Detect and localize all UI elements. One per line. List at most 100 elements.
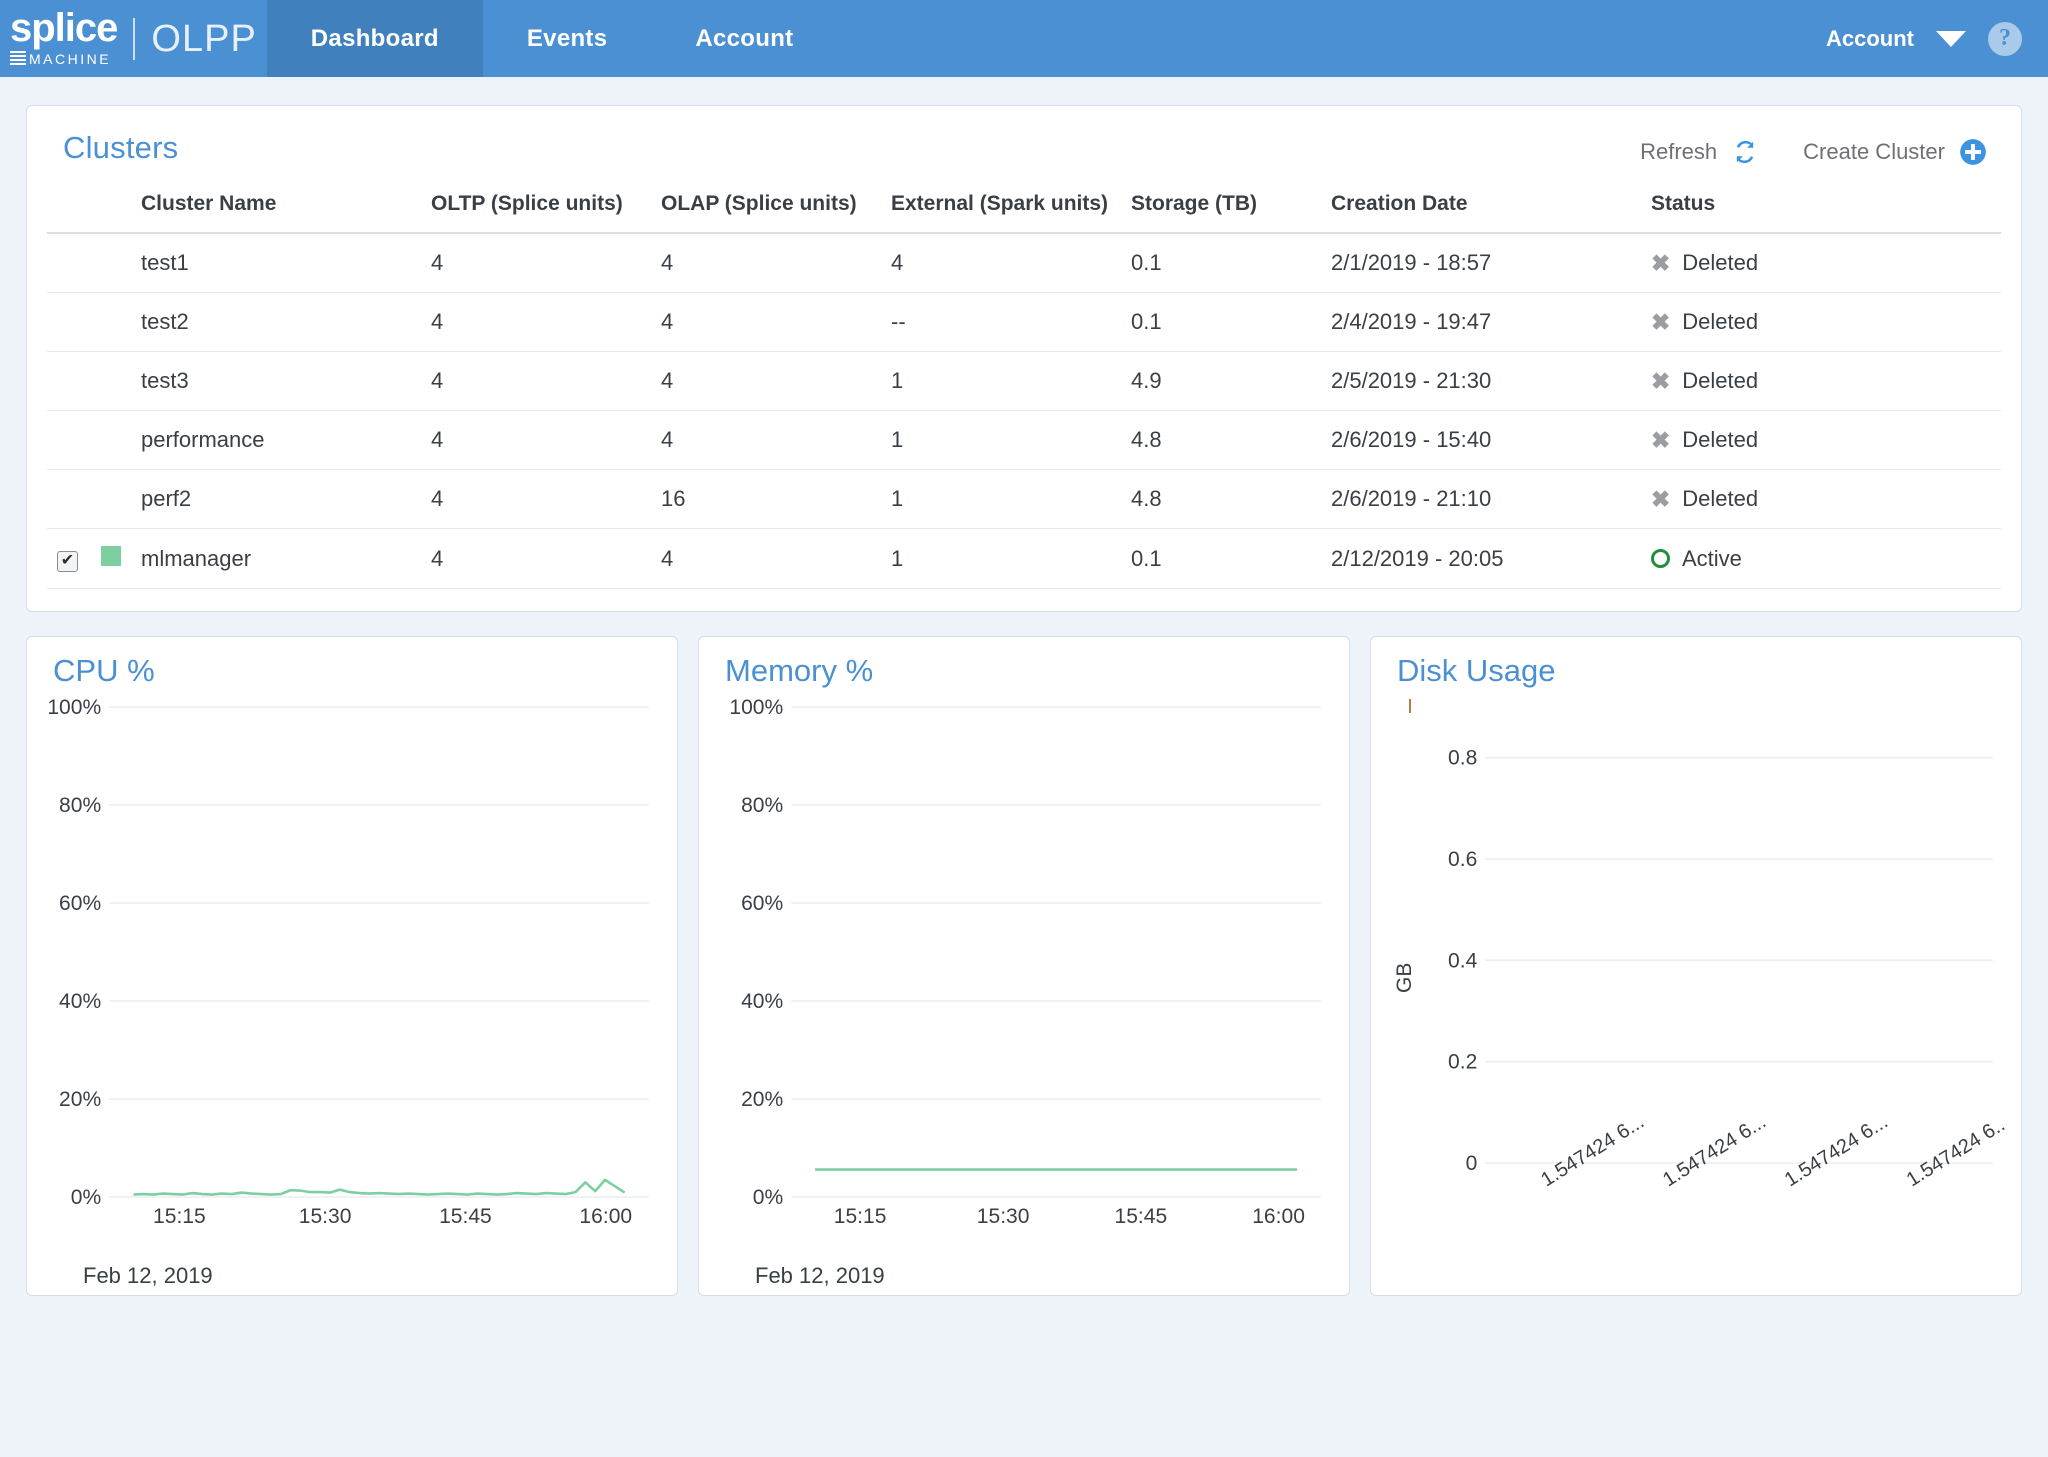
table-row[interactable]: test1 4 4 4 0.1 2/1/2019 - 18:57 ✖ Delet… (47, 233, 2001, 294)
svg-text:1.547424 6...: 1.547424 6... (1537, 1111, 1648, 1191)
svg-text:1.547424 6...: 1.547424 6... (1903, 1111, 2007, 1191)
svg-text:1.547424 6...: 1.547424 6... (1781, 1111, 1892, 1191)
row-indicator-cell (93, 528, 133, 589)
row-checkbox-cell[interactable] (47, 410, 93, 471)
cpu-line-chart: 0% 20% 40% 60% 80% 100% 15:15 15:30 15:45 16:00 (47, 696, 649, 1228)
refresh-button[interactable]: Refresh (1640, 138, 1759, 166)
primary-nav: Dashboard Events Account (266, 0, 838, 77)
nav-right-group: Account ? (1826, 0, 2048, 77)
svg-text:20%: 20% (741, 1088, 783, 1111)
row-checkbox-cell[interactable] (47, 351, 93, 412)
row-checkbox-cell[interactable] (47, 292, 93, 353)
cluster-name-link[interactable]: test2 (133, 292, 423, 353)
svg-text:16:00: 16:00 (1252, 1205, 1305, 1228)
cell-storage: 4.8 (1123, 410, 1323, 471)
col-indicator (93, 184, 133, 235)
cluster-name-link[interactable]: perf2 (133, 469, 423, 530)
clusters-actions: Refresh Create Cluster (1640, 130, 1987, 166)
row-checkbox-cell[interactable] (47, 233, 93, 294)
top-navigation-bar: splice MACHINE OLPP Dashboard Events Acc… (0, 0, 2048, 77)
row-checkbox-cell[interactable]: ✔ (47, 528, 93, 589)
cell-created: 2/6/2019 - 21:10 (1323, 469, 1643, 530)
table-row[interactable]: test2 4 4 -- 0.1 2/4/2019 - 19:47 ✖ Dele… (47, 292, 2001, 353)
x-icon: ✖ (1651, 308, 1671, 335)
cell-oltp: 4 (423, 469, 653, 530)
disk-chart-title: Disk Usage (1397, 652, 1556, 688)
brand-secondary-text: MACHINE (29, 51, 112, 67)
col-creation-date[interactable]: Creation Date (1323, 184, 1643, 235)
nav-item-events[interactable]: Events (483, 0, 652, 77)
create-cluster-button[interactable]: Create Cluster (1803, 138, 1987, 166)
chevron-down-icon[interactable] (1936, 30, 1966, 47)
x-icon: ✖ (1651, 367, 1671, 394)
status-text: Deleted (1682, 309, 1759, 335)
svg-text:0.4: 0.4 (1448, 949, 1478, 972)
svg-text:80%: 80% (741, 794, 783, 817)
table-row[interactable]: perf2 4 16 1 4.8 2/6/2019 - 21:10 ✖ Dele… (47, 469, 2001, 530)
row-select-checkbox[interactable]: ✔ (57, 550, 78, 572)
brand-logo[interactable]: splice MACHINE OLPP (0, 0, 261, 77)
cell-storage: 4.9 (1123, 351, 1323, 412)
svg-text:0%: 0% (753, 1186, 783, 1209)
status-badge: ✖ Deleted (1643, 410, 2001, 471)
svg-text:0.8: 0.8 (1448, 747, 1477, 770)
memory-chart-title: Memory % (725, 652, 874, 688)
splice-machine-logo: splice MACHINE (10, 8, 118, 67)
cluster-name-link[interactable]: mlmanager (133, 528, 423, 589)
cell-external: 1 (883, 528, 1123, 589)
create-cluster-label: Create Cluster (1803, 139, 1945, 164)
memory-plot-area: 0% 20% 40% 60% 80% 100% 15:15 15:30 15:45 16:00 (713, 693, 1335, 1253)
nav-item-account[interactable]: Account (651, 0, 837, 77)
disk-y-axis-label: GB (1393, 962, 1416, 993)
status-square-icon (101, 545, 121, 566)
account-menu-label[interactable]: Account (1826, 26, 1914, 52)
svg-text:100%: 100% (47, 696, 101, 719)
status-text: Deleted (1682, 486, 1759, 512)
table-row[interactable]: test3 4 4 1 4.9 2/5/2019 - 21:30 ✖ Delet… (47, 351, 2001, 412)
svg-text:0%: 0% (71, 1186, 101, 1209)
clusters-panel-header: Clusters Refresh Create Cluster (47, 124, 2001, 166)
cell-external: 1 (883, 410, 1123, 471)
page-body: Clusters Refresh Create Cluster Cluster … (0, 77, 2048, 1296)
table-row[interactable]: performance 4 4 1 4.8 2/6/2019 - 15:40 ✖… (47, 410, 2001, 471)
cluster-name-link[interactable]: test3 (133, 351, 423, 412)
col-cluster-name[interactable]: Cluster Name (133, 184, 423, 235)
col-status[interactable]: Status (1643, 184, 2001, 235)
svg-text:15:30: 15:30 (299, 1205, 352, 1228)
svg-text:100%: 100% (729, 696, 783, 719)
cell-olap: 16 (653, 469, 883, 530)
cpu-chart-title: CPU % (53, 652, 155, 688)
status-badge: ✖ Deleted (1643, 292, 2001, 353)
clusters-table: Cluster Name OLTP (Splice units) OLAP (S… (47, 184, 2001, 589)
row-indicator-cell (93, 233, 133, 294)
plus-circle-icon (1959, 138, 1987, 166)
product-name: OLPP (151, 17, 257, 60)
memory-line-chart: 0% 20% 40% 60% 80% 100% 15:15 15:30 15:45 16:00 (729, 696, 1321, 1228)
cluster-name-link[interactable]: performance (133, 410, 423, 471)
cell-external: -- (883, 292, 1123, 353)
row-checkbox-cell[interactable] (47, 469, 93, 530)
svg-text:15:15: 15:15 (153, 1205, 206, 1228)
svg-text:15:45: 15:45 (439, 1205, 492, 1228)
disk-chart-card: Disk Usage 0 0.2 0.4 0.6 0.8 1.547424 6... 1.5… (1370, 635, 2022, 1296)
row-indicator-cell (93, 410, 133, 471)
col-storage[interactable]: Storage (TB) (1123, 184, 1323, 235)
status-text: Deleted (1682, 368, 1759, 394)
nav-item-dashboard[interactable]: Dashboard (266, 0, 483, 77)
status-text: Deleted (1682, 250, 1759, 276)
cluster-name-link[interactable]: test1 (133, 233, 423, 294)
cell-created: 2/6/2019 - 15:40 (1323, 410, 1643, 471)
col-external[interactable]: External (Spark units) (883, 184, 1123, 235)
clusters-panel: Clusters Refresh Create Cluster Cluster … (26, 105, 2022, 612)
cell-external: 1 (883, 469, 1123, 530)
svg-text:15:15: 15:15 (834, 1205, 887, 1228)
col-oltp[interactable]: OLTP (Splice units) (423, 184, 653, 235)
col-olap[interactable]: OLAP (Splice units) (653, 184, 883, 235)
svg-text:1.547424 6...: 1.547424 6... (1659, 1111, 1770, 1191)
table-row[interactable]: ✔ mlmanager 4 4 1 0.1 2/12/2019 - 20:05 … (47, 528, 2001, 589)
cpu-chart-card: CPU % 0% 20% 40% 60% 80% 100% 15:15 15:30 15:45 1… (26, 635, 678, 1296)
refresh-label: Refresh (1640, 139, 1718, 164)
help-circle-icon[interactable]: ? (1988, 21, 2022, 56)
x-icon: ✖ (1651, 249, 1671, 276)
page-title: Clusters (63, 130, 179, 165)
